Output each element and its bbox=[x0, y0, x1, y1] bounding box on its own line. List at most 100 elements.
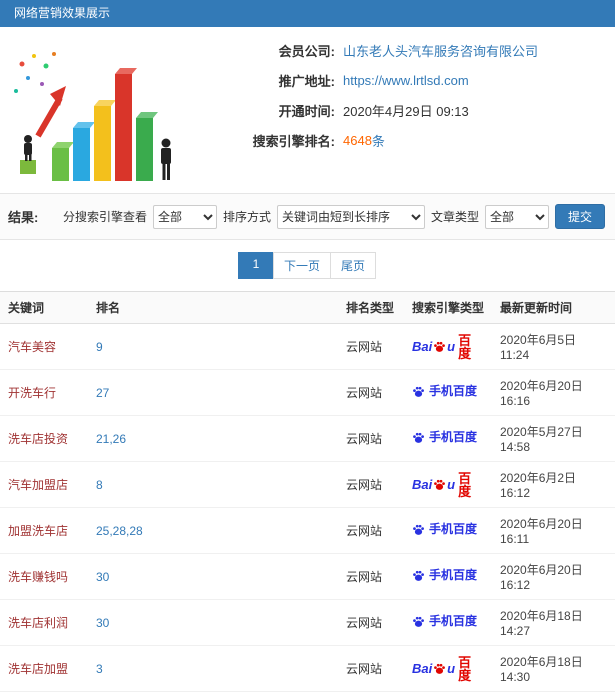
rank-type-cell: 云网站 bbox=[338, 599, 404, 646]
info-row-rank-count: 搜索引擎排名: 4648 条 bbox=[185, 131, 615, 150]
member-info-panel: 会员公司: 山东老人头汽车服务咨询有限公司 推广地址: https://www.… bbox=[0, 27, 615, 194]
rank-link[interactable]: 27 bbox=[96, 386, 109, 400]
rank-count-suffix: 条 bbox=[371, 134, 385, 149]
engine-cell: 手机百度 bbox=[404, 415, 492, 462]
bar-chart-illustration-svg bbox=[13, 52, 171, 181]
paw-icon bbox=[433, 662, 446, 675]
table-row: 汽车美容 9 云网站 Bai u 百度 2020年6月5日 11:24 bbox=[0, 323, 615, 370]
engine-cell: 手机百度 bbox=[404, 507, 492, 554]
rank-type-cell: 云网站 bbox=[338, 461, 404, 508]
info-row-company: 会员公司: 山东老人头汽车服务咨询有限公司 bbox=[185, 41, 615, 60]
keyword-cell: 洗车店利润 bbox=[0, 599, 88, 646]
engine-cell: Bai u 百度 bbox=[404, 461, 492, 508]
update-time-cell: 2020年6月5日 11:24 bbox=[492, 323, 615, 370]
col-rank-type: 排名类型 bbox=[338, 291, 404, 324]
open-time-label: 开通时间: bbox=[278, 104, 335, 119]
keyword-cell: 汽车加盟店 bbox=[0, 461, 88, 508]
rank-type-cell: 云网站 bbox=[338, 369, 404, 416]
update-time-cell: 2020年5月27日 14:58 bbox=[492, 415, 615, 462]
table-row: 洗车店利润 30 云网站 手机百度 2020年6月18日 14:27 bbox=[0, 599, 615, 646]
filter-controls: 分搜索引擎查看 全部 排序方式 关键词由短到长排序 文章类型 全部 提交 bbox=[63, 204, 605, 229]
rank-link[interactable]: 25,28,28 bbox=[96, 524, 143, 538]
rank-type-cell: 云网站 bbox=[338, 507, 404, 554]
keyword-cell: 洗车店投资 bbox=[0, 415, 88, 462]
engine-cell: Bai u 百度 bbox=[404, 645, 492, 692]
paw-icon bbox=[412, 615, 425, 628]
rank-cell: 27 bbox=[88, 369, 338, 416]
rank-link[interactable]: 30 bbox=[96, 616, 109, 630]
rank-link[interactable]: 21,26 bbox=[96, 432, 126, 446]
engine-cell: 手机百度 bbox=[404, 553, 492, 600]
rank-cell: 8 bbox=[88, 461, 338, 508]
sort-filter-label: 排序方式 bbox=[222, 210, 271, 224]
paw-icon bbox=[412, 431, 425, 444]
company-link[interactable]: 山东老人头汽车服务咨询有限公司 bbox=[343, 41, 538, 60]
member-info-fields: 会员公司: 山东老人头汽车服务咨询有限公司 推广地址: https://www.… bbox=[185, 35, 615, 187]
table-row: 洗车赚钱吗 30 云网站 手机百度 2020年6月20日 16:12 bbox=[0, 553, 615, 600]
paw-icon bbox=[433, 478, 446, 491]
page-next[interactable]: 下一页 bbox=[272, 252, 331, 279]
page-last[interactable]: 尾页 bbox=[330, 252, 377, 279]
result-section-label: 结果: bbox=[8, 210, 39, 225]
bar-chart-illustration bbox=[0, 35, 185, 187]
table-header-row: 关键词 排名 排名类型 搜索引擎类型 最新更新时间 bbox=[0, 291, 615, 324]
baidu-logo: Bai u 百度 bbox=[412, 654, 472, 683]
col-engine-type: 搜索引擎类型 bbox=[404, 291, 492, 324]
page-title: 网络营销效果展示 bbox=[14, 6, 111, 20]
mobile-baidu-logo: 手机百度 bbox=[412, 385, 477, 398]
site-link[interactable]: https://www.lrtlsd.com bbox=[343, 73, 469, 88]
paw-icon bbox=[412, 385, 425, 398]
article-type-select[interactable]: 全部 bbox=[484, 204, 549, 229]
paw-icon bbox=[412, 523, 425, 536]
keyword-cell: 洗车赚钱吗 bbox=[0, 553, 88, 600]
col-keyword: 关键词 bbox=[0, 291, 88, 324]
page-header: 网络营销效果展示 bbox=[0, 0, 615, 27]
rank-link[interactable]: 30 bbox=[96, 570, 109, 584]
info-row-open-time: 开通时间: 2020年4月29日 09:13 bbox=[185, 101, 615, 120]
baidu-logo: Bai u 百度 bbox=[412, 332, 472, 361]
rank-link[interactable]: 3 bbox=[96, 662, 103, 676]
sort-filter-select[interactable]: 关键词由短到长排序 bbox=[276, 204, 425, 229]
rank-cell: 30 bbox=[88, 599, 338, 646]
rank-type-cell: 云网站 bbox=[338, 553, 404, 600]
rank-cell: 30 bbox=[88, 553, 338, 600]
submit-button[interactable]: 提交 bbox=[554, 204, 605, 229]
engine-filter-select[interactable]: 全部 bbox=[152, 204, 217, 229]
engine-cell: 手机百度 bbox=[404, 599, 492, 646]
mobile-baidu-logo: 手机百度 bbox=[412, 615, 477, 628]
paw-icon bbox=[433, 340, 446, 353]
table-row: 开洗车行 27 云网站 手机百度 2020年6月20日 16:16 bbox=[0, 369, 615, 416]
rank-type-cell: 云网站 bbox=[338, 323, 404, 370]
results-table: 关键词 排名 排名类型 搜索引擎类型 最新更新时间 汽车美容 9 云网站 Bai… bbox=[0, 291, 615, 692]
rank-cell: 21,26 bbox=[88, 415, 338, 462]
site-label: 推广地址: bbox=[278, 74, 335, 89]
engine-filter-label: 分搜索引擎查看 bbox=[62, 210, 147, 224]
pagination: 1 下一页 尾页 bbox=[0, 240, 615, 291]
keyword-cell: 加盟洗车店 bbox=[0, 507, 88, 554]
baidu-logo: Bai u 百度 bbox=[412, 470, 472, 499]
keyword-cell: 开洗车行 bbox=[0, 369, 88, 416]
mobile-baidu-logo: 手机百度 bbox=[412, 431, 477, 444]
update-time-cell: 2020年6月20日 16:16 bbox=[492, 369, 615, 416]
filter-bar: 结果: 分搜索引擎查看 全部 排序方式 关键词由短到长排序 文章类型 全部 提交 bbox=[0, 194, 615, 240]
info-row-site: 推广地址: https://www.lrtlsd.com bbox=[185, 71, 615, 90]
update-time-cell: 2020年6月20日 16:11 bbox=[492, 507, 615, 554]
mobile-baidu-logo: 手机百度 bbox=[412, 569, 477, 582]
rank-count-label: 搜索引擎排名: bbox=[252, 134, 335, 149]
company-label: 会员公司: bbox=[278, 44, 335, 59]
rank-type-cell: 云网站 bbox=[338, 645, 404, 692]
update-time-cell: 2020年6月18日 14:30 bbox=[492, 645, 615, 692]
rank-count-value: 4648 bbox=[343, 133, 372, 148]
table-row: 汽车加盟店 8 云网站 Bai u 百度 2020年6月2日 16:12 bbox=[0, 461, 615, 508]
rank-cell: 3 bbox=[88, 645, 338, 692]
rank-link[interactable]: 8 bbox=[96, 478, 103, 492]
keyword-cell: 洗车店加盟 bbox=[0, 645, 88, 692]
open-time-value: 2020年4月29日 09:13 bbox=[343, 104, 469, 119]
table-row: 洗车店投资 21,26 云网站 手机百度 2020年5月27日 14:58 bbox=[0, 415, 615, 462]
rank-cell: 25,28,28 bbox=[88, 507, 338, 554]
engine-cell: 手机百度 bbox=[404, 369, 492, 416]
table-row: 加盟洗车店 25,28,28 云网站 手机百度 2020年6月20日 16:11 bbox=[0, 507, 615, 554]
page-current[interactable]: 1 bbox=[237, 252, 274, 279]
rank-link[interactable]: 9 bbox=[96, 340, 103, 354]
update-time-cell: 2020年6月2日 16:12 bbox=[492, 461, 615, 508]
